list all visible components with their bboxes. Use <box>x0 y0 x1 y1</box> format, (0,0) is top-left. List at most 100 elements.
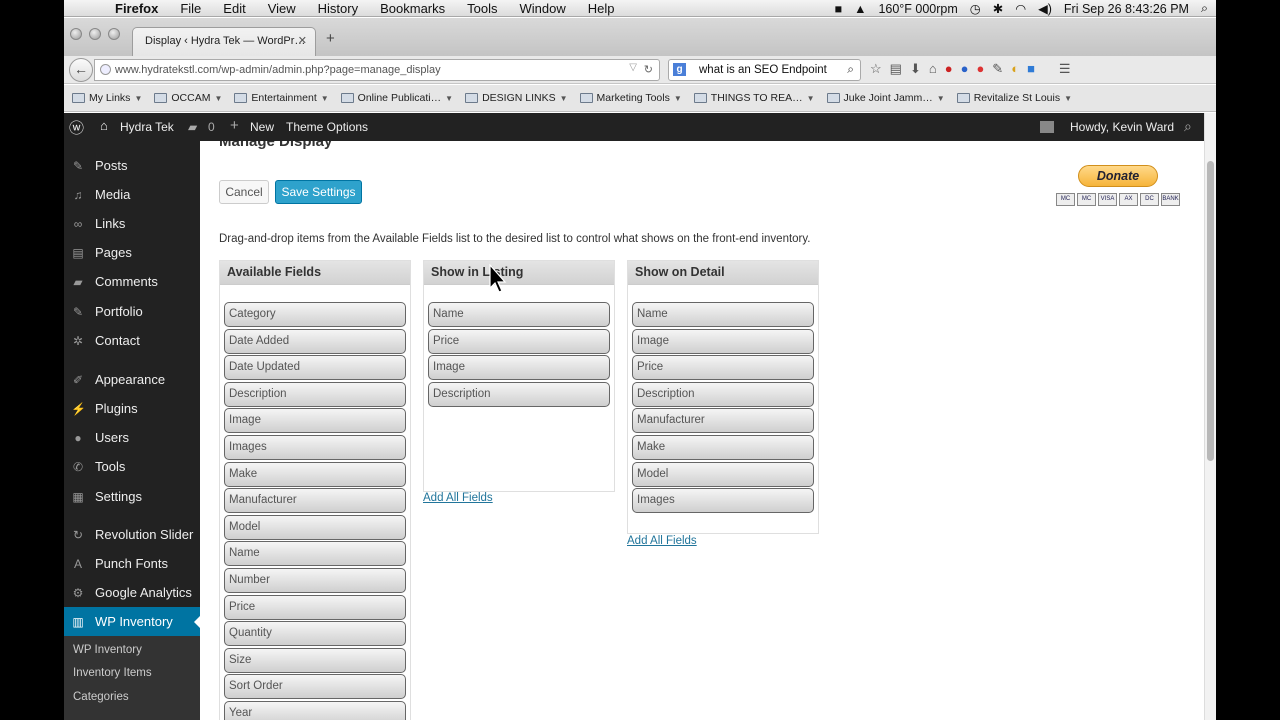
field-item[interactable]: Number <box>224 567 406 593</box>
reload-icon[interactable]: ↻ <box>644 63 653 76</box>
theme-options-link[interactable]: Theme Options <box>286 120 368 134</box>
addon-tools-icon[interactable]: ✎ <box>992 61 1003 77</box>
menu-help[interactable]: Help <box>588 1 615 16</box>
field-item[interactable]: Description <box>224 381 406 407</box>
menu-window[interactable]: Window <box>520 1 566 16</box>
sidebar-item-links[interactable]: ∞ Links <box>64 209 200 238</box>
bookmark-folder-juke-joint[interactable]: Juke Joint Jamm… ▼ <box>826 92 945 104</box>
field-item[interactable]: Image <box>428 355 610 381</box>
menu-file[interactable]: File <box>180 1 201 16</box>
bookmark-folder-things-to-read[interactable]: THINGS TO REA… ▼ <box>693 92 815 104</box>
add-all-fields-listing-link[interactable]: Add All Fields <box>423 492 493 504</box>
menu-view[interactable]: View <box>268 1 296 16</box>
menu-app[interactable]: Firefox <box>115 1 158 16</box>
field-item[interactable]: Sort Order <box>224 674 406 700</box>
menu-bookmarks[interactable]: Bookmarks <box>380 1 445 16</box>
wifi-icon[interactable]: ◠ <box>1015 1 1026 16</box>
addon-icon[interactable]: ● <box>945 61 953 77</box>
home-icon[interactable]: ⌂ <box>100 118 108 133</box>
new-tab-icon[interactable]: + <box>326 30 335 47</box>
page-scrollbar[interactable] <box>1204 113 1216 720</box>
bookmark-folder-revitalize[interactable]: Revitalize St Louis ▼ <box>956 92 1072 104</box>
field-item[interactable]: Manufacturer <box>632 408 814 434</box>
notification-icon[interactable]: ■ <box>1027 61 1035 77</box>
bookmark-folder-entertainment[interactable]: Entertainment ▼ <box>234 92 329 104</box>
field-item[interactable]: Images <box>632 488 814 514</box>
comments-count[interactable]: 0 <box>208 120 215 134</box>
site-name[interactable]: Hydra Tek <box>120 120 174 134</box>
scrollbar-thumb[interactable] <box>1207 161 1214 461</box>
field-item[interactable]: Make <box>632 434 814 460</box>
search-bar[interactable]: g what is an SEO Endpoint ⌕ <box>668 59 861 81</box>
drive-icon[interactable]: ▲ <box>854 2 866 16</box>
cancel-button[interactable]: Cancel <box>219 180 269 204</box>
url-dropdown-icon[interactable]: ▽ <box>629 62 637 73</box>
sidebar-item-contact[interactable]: ✲ Contact <box>64 326 200 355</box>
submenu-categories[interactable]: Categories <box>73 691 129 703</box>
menu-history[interactable]: History <box>318 1 358 16</box>
field-item[interactable]: Name <box>224 541 406 567</box>
menu-tools[interactable]: Tools <box>467 1 497 16</box>
plus-icon[interactable]: + <box>230 117 239 134</box>
submenu-wp-inventory[interactable]: WP Inventory <box>73 644 142 656</box>
field-item[interactable]: Make <box>224 461 406 487</box>
tab-display[interactable]: Display ‹ Hydra Tek — WordPr… ✕ <box>132 27 316 56</box>
zoom-window-icon[interactable] <box>108 28 120 40</box>
sidebar-item-media[interactable]: ♫ Media <box>64 180 200 209</box>
sidebar-item-revolution-slider[interactable]: ↻ Revolution Slider <box>64 520 200 549</box>
sidebar-item-pages[interactable]: ▤ Pages <box>64 238 200 267</box>
field-item[interactable]: Date Added <box>224 328 406 354</box>
howdy-user[interactable]: Howdy, Kevin Ward <box>1070 120 1174 134</box>
temperature-status[interactable]: 160°F 000rpm <box>878 2 957 16</box>
field-item[interactable]: Size <box>224 647 406 673</box>
bookmark-folder-online-publications[interactable]: Online Publicati… ▼ <box>340 92 453 104</box>
menu-edit[interactable]: Edit <box>223 1 245 16</box>
field-item[interactable]: Images <box>224 434 406 460</box>
bluetooth-icon[interactable]: ✱ <box>993 1 1003 16</box>
add-all-fields-detail-link[interactable]: Add All Fields <box>627 535 697 547</box>
field-item[interactable]: Name <box>428 302 610 327</box>
download-icon[interactable]: ⬇ <box>910 61 921 77</box>
bookmark-folder-marketing-tools[interactable]: Marketing Tools ▼ <box>579 92 682 104</box>
user-avatar[interactable] <box>1040 121 1054 133</box>
field-item[interactable]: Model <box>632 461 814 487</box>
camera-icon[interactable]: ■ <box>835 2 843 16</box>
search-icon[interactable]: ⌕ <box>1184 118 1192 135</box>
field-item[interactable]: Description <box>632 381 814 407</box>
volume-icon[interactable]: ◀) <box>1038 1 1052 16</box>
field-item[interactable]: Year <box>224 700 406 720</box>
field-item[interactable]: Date Updated <box>224 355 406 381</box>
bookmark-folder-design-links[interactable]: DESIGN LINKS ▼ <box>465 92 568 104</box>
site-identity-icon[interactable] <box>100 64 111 75</box>
sidebar-item-settings[interactable]: ▦ Settings <box>64 482 200 511</box>
back-button[interactable]: ← <box>69 58 93 82</box>
sidebar-item-appearance[interactable]: ✐ Appearance <box>64 365 200 394</box>
save-settings-button[interactable]: Save Settings <box>275 180 362 204</box>
field-item[interactable]: Price <box>632 355 814 381</box>
reading-list-icon[interactable]: ▤ <box>890 61 902 77</box>
sidebar-item-google-analytics[interactable]: ⚙ Google Analytics <box>64 578 200 607</box>
home-icon[interactable]: ⌂ <box>929 61 937 77</box>
search-icon[interactable]: ⌕ <box>847 62 854 77</box>
sidebar-item-portfolio[interactable]: ✎ Portfolio <box>64 297 200 326</box>
field-item[interactable]: Description <box>428 381 610 407</box>
close-window-icon[interactable] <box>70 28 82 40</box>
sidebar-item-tools[interactable]: ✆ Tools <box>64 452 200 481</box>
addon-sun-icon[interactable]: ◐ <box>1011 61 1019 77</box>
google-icon[interactable]: g <box>673 63 686 76</box>
bookmark-folder-occam[interactable]: OCCAM ▼ <box>154 92 222 104</box>
submenu-inventory-items[interactable]: Inventory Items <box>73 667 152 679</box>
sidebar-item-punch-fonts[interactable]: A Punch Fonts <box>64 549 200 578</box>
url-bar[interactable]: www.hydratekstl.com/wp-admin/admin.php?p… <box>94 59 660 81</box>
sidebar-item-comments[interactable]: ▰ Comments <box>64 267 200 296</box>
clock[interactable]: Fri Sep 26 8:43:26 PM <box>1064 2 1189 16</box>
bookmark-star-icon[interactable]: ☆ <box>870 61 882 77</box>
sidebar-item-users[interactable]: ● Users <box>64 423 200 452</box>
sidebar-item-posts[interactable]: ✎ Posts <box>64 151 200 180</box>
field-item[interactable]: Manufacturer <box>224 488 406 514</box>
field-item[interactable]: Category <box>224 302 406 327</box>
close-tab-icon[interactable]: ✕ <box>298 34 307 47</box>
field-item[interactable]: Image <box>632 328 814 354</box>
field-item[interactable]: Price <box>428 328 610 354</box>
comments-icon[interactable]: ▰ <box>188 120 197 134</box>
